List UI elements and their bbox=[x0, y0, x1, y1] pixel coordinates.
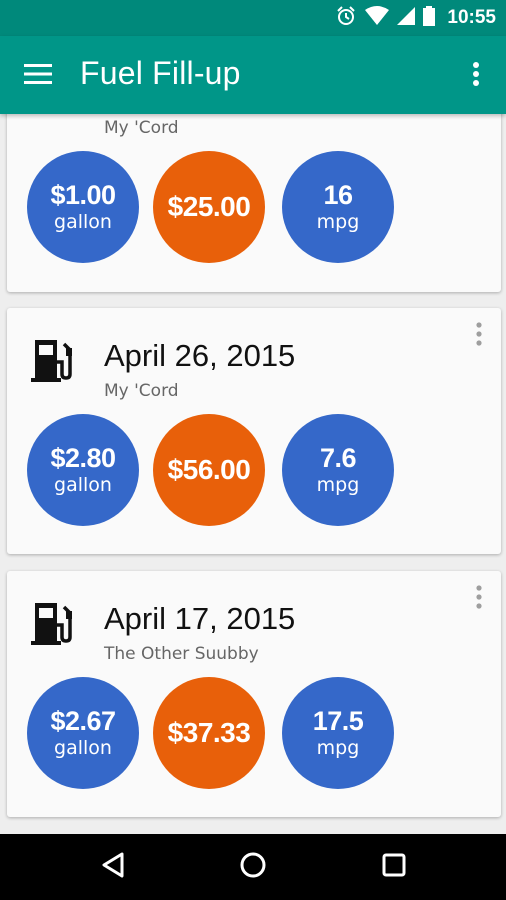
economy-unit: mpg bbox=[316, 474, 360, 496]
fillup-card[interactable]: April 26, 2015 My 'Cord $2.80 gallon $56… bbox=[7, 308, 501, 554]
fuel-economy-circle: 16 mpg bbox=[282, 151, 394, 263]
back-triangle-icon bbox=[100, 851, 126, 884]
hamburger-icon bbox=[24, 63, 52, 90]
total-value: $25.00 bbox=[167, 191, 251, 222]
fillup-list[interactable]: My 'Cord $1.00 gallon $25.00 16 mpg Apri… bbox=[0, 114, 506, 834]
fuel-economy-circle: 7.6 mpg bbox=[282, 414, 394, 526]
economy-unit: mpg bbox=[316, 211, 360, 233]
alarm-icon bbox=[335, 5, 357, 32]
total-cost-circle: $25.00 bbox=[153, 151, 265, 263]
price-unit: gallon bbox=[54, 737, 112, 759]
vehicle-name: My 'Cord bbox=[104, 381, 179, 401]
app-bar: Fuel Fill-up bbox=[0, 36, 506, 114]
vehicle-name: My 'Cord bbox=[104, 118, 179, 138]
economy-value: 17.5 bbox=[312, 706, 364, 736]
total-cost-circle: $37.33 bbox=[153, 677, 265, 789]
vehicle-name: The Other Suubby bbox=[104, 644, 259, 664]
price-per-gallon-circle: $1.00 gallon bbox=[27, 151, 139, 263]
recents-button[interactable] bbox=[377, 850, 411, 884]
menu-button[interactable] bbox=[20, 58, 56, 94]
more-vert-icon bbox=[476, 584, 482, 614]
total-value: $37.33 bbox=[167, 717, 251, 748]
status-icons: 10:55 bbox=[335, 5, 496, 32]
price-per-gallon-circle: $2.67 gallon bbox=[27, 677, 139, 789]
fillup-date: April 26, 2015 bbox=[104, 338, 296, 373]
fillup-card[interactable]: April 17, 2015 The Other Suubby $2.67 ga… bbox=[7, 571, 501, 817]
more-vert-icon bbox=[472, 61, 480, 92]
recents-square-icon bbox=[381, 852, 407, 883]
status-bar: 10:55 bbox=[0, 0, 506, 36]
price-per-gallon-circle: $2.80 gallon bbox=[27, 414, 139, 526]
economy-value: 16 bbox=[323, 180, 353, 210]
card-overflow-button[interactable] bbox=[471, 321, 487, 351]
price-value: $2.67 bbox=[50, 706, 116, 736]
battery-icon bbox=[423, 5, 436, 31]
fuel-economy-circle: 17.5 mpg bbox=[282, 677, 394, 789]
home-button[interactable] bbox=[236, 850, 270, 884]
app-title: Fuel Fill-up bbox=[80, 55, 241, 91]
fillup-card[interactable]: My 'Cord $1.00 gallon $25.00 16 mpg bbox=[7, 114, 501, 292]
wifi-icon bbox=[365, 5, 390, 31]
economy-unit: mpg bbox=[316, 737, 360, 759]
cell-signal-icon bbox=[397, 6, 416, 30]
price-unit: gallon bbox=[54, 211, 112, 233]
card-overflow-button[interactable] bbox=[471, 584, 487, 614]
total-cost-circle: $56.00 bbox=[153, 414, 265, 526]
gas-pump-icon bbox=[29, 599, 77, 647]
home-circle-icon bbox=[239, 851, 267, 884]
price-value: $2.80 bbox=[50, 443, 116, 473]
more-vert-icon bbox=[476, 321, 482, 351]
gas-pump-icon bbox=[29, 336, 77, 384]
back-button[interactable] bbox=[96, 850, 130, 884]
total-value: $56.00 bbox=[167, 454, 251, 485]
overflow-menu-button[interactable] bbox=[464, 60, 488, 92]
price-value: $1.00 bbox=[50, 180, 116, 210]
status-time: 10:55 bbox=[447, 7, 496, 28]
economy-value: 7.6 bbox=[319, 443, 357, 473]
fillup-date: April 17, 2015 bbox=[104, 601, 296, 636]
navigation-bar bbox=[0, 834, 506, 900]
price-unit: gallon bbox=[54, 474, 112, 496]
